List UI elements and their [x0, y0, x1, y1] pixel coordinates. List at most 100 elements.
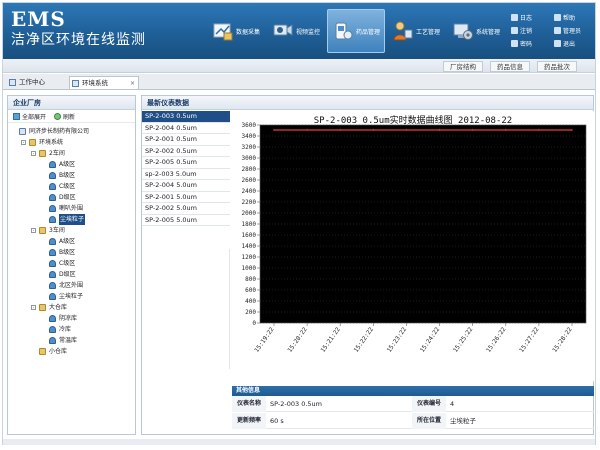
tree-node[interactable]: C级区 [8, 258, 135, 269]
logout-link[interactable]: 注销 [511, 26, 552, 35]
tree-node-label: 同济步长制药有限公司 [29, 128, 90, 135]
area-icon [49, 205, 56, 212]
help-label: 帮助 [563, 15, 576, 22]
tab-environment-system[interactable]: 环境系统 × [69, 76, 139, 89]
device-list-item[interactable]: SP-2-004 0.5um [142, 123, 230, 134]
data-collect-icon [213, 23, 233, 41]
y-tick-label: 1800 [242, 221, 257, 228]
tree-node-label: 冷库 [59, 326, 72, 333]
module-video-monitor-button[interactable]: 视频监控 [267, 9, 325, 53]
tree-node[interactable]: - 2车间 [8, 148, 135, 159]
y-tick-label: 1600 [242, 232, 257, 239]
module-data-collect-button[interactable]: 数据采集 [207, 9, 265, 53]
subtab-drug-info[interactable]: 药品信息 [490, 61, 530, 72]
tree-toggle-icon[interactable]: - [31, 305, 36, 310]
tree-node-label: 小仓库 [49, 348, 68, 355]
module-nav: 数据采集 视频监控 药品管理 工艺管理 系统管理 [207, 9, 505, 53]
tab-work-center-label: 工作中心 [19, 78, 45, 86]
data-point [472, 128, 474, 130]
device-list-item[interactable]: SP-2-002 5.0um [142, 203, 230, 215]
area-icon [49, 172, 56, 179]
tree-node-label: B级区 [59, 249, 76, 256]
device-list-item[interactable]: sp-2-003 5.0um [142, 169, 230, 180]
tree-node[interactable]: 尘埃粒子 [8, 291, 135, 302]
app-header: EMS 洁净区环境在线监测 数据采集 视频监控 药品管理 工艺管理 系统管理 日… [3, 3, 595, 59]
tree-node-label: D级区 [59, 271, 76, 278]
plant-tree: 同济步长制药有限公司 - 环境系统 -2车间 A级区 B级区 C级区 D级区 喇叭外围 尘埃粒子 -… [8, 123, 135, 357]
device-list-item[interactable]: SP-2-001 0.5um [142, 134, 230, 146]
tree-node[interactable]: 阴凉库 [8, 313, 135, 324]
utility-links: 日志 帮助 注销 管理员 密码 退出 [511, 13, 595, 48]
y-tick-label: 0 [252, 320, 256, 327]
module-drug-manage-button[interactable]: 药品管理 [327, 9, 385, 53]
tree-node[interactable]: A级区 [8, 236, 135, 247]
data-point [339, 128, 341, 130]
password-link[interactable]: 密码 [511, 39, 552, 48]
admin-link[interactable]: 管理员 [554, 26, 595, 35]
tree-node[interactable]: C级区 [8, 181, 135, 192]
tree-toolbar: 全部展开 刷新 [8, 110, 135, 123]
tree-node[interactable]: 北区外围 [8, 280, 135, 291]
tree-node[interactable]: 喇叭外围 [8, 203, 135, 214]
refresh-label: 刷新 [63, 113, 76, 121]
tree-node[interactable]: - 环境系统 [8, 137, 135, 148]
x-tick-label: 15:25:22 [452, 326, 475, 354]
logout-label: 注销 [520, 28, 533, 35]
device-list-item[interactable]: SP-2-003 0.5um [142, 111, 230, 123]
tree-toggle-icon[interactable]: - [21, 140, 26, 145]
tab-close-icon[interactable]: × [130, 77, 135, 90]
tree-toggle-icon[interactable]: - [31, 151, 36, 156]
tree-node[interactable]: 冷库 [8, 324, 135, 335]
device-list-item[interactable]: SP-2-004 5.0um [142, 180, 230, 192]
log-link[interactable]: 日志 [511, 13, 552, 22]
device-list-item[interactable]: SP-2-001 5.0um [142, 192, 230, 203]
tree-node[interactable]: A级区 [8, 159, 135, 170]
tree-node[interactable]: B级区 [8, 247, 135, 258]
module-drug-manage-label: 药品管理 [355, 28, 380, 36]
tab-work-center[interactable]: 工作中心 [7, 76, 67, 89]
device-list-item[interactable]: SP-2-002 0.5um [142, 146, 230, 157]
tree-node[interactable]: - 3车间 [8, 225, 135, 236]
module-system-manage-button[interactable]: 系统管理 [447, 9, 505, 53]
tree-node[interactable]: - 大仓库 [8, 302, 135, 313]
exit-label: 退出 [563, 41, 576, 48]
data-point [571, 128, 573, 130]
expand-all-icon [13, 112, 20, 120]
x-tick-label: 15:27:22 [518, 326, 541, 354]
sub-tab-bar: 厂房结构 药品信息 药品批次 [3, 59, 595, 73]
data-point [538, 129, 540, 132]
instrument-panel-title: 最新仪表数据 [142, 96, 593, 110]
tree-node[interactable]: D级区 [8, 192, 135, 203]
help-link[interactable]: 帮助 [554, 13, 595, 22]
area-icon [49, 337, 56, 344]
data-point [339, 129, 341, 132]
data-point [505, 128, 507, 130]
tree-node[interactable]: 同济步长制药有限公司 [8, 126, 135, 137]
area-icon [49, 238, 56, 245]
tree-node[interactable]: D级区 [8, 269, 135, 280]
device-list-item[interactable]: SP-2-005 5.0um [142, 215, 230, 226]
folder-icon [29, 139, 36, 146]
y-tick-label: 200 [245, 309, 256, 316]
device-list-item[interactable]: SP-2-005 0.5um [142, 157, 230, 169]
refresh-button[interactable]: 刷新 [54, 112, 75, 121]
tree-node[interactable]: 尘埃粒子 [8, 214, 135, 225]
x-tick-label: 15:23:22 [386, 326, 409, 354]
brand-subtitle: 洁净区环境在线监测 [11, 32, 146, 48]
y-tick-label: 2800 [242, 166, 257, 173]
subtab-plant-structure[interactable]: 厂房结构 [443, 61, 483, 72]
module-process-manage-button[interactable]: 工艺管理 [387, 9, 445, 53]
tab-environment-system-label: 环境系统 [82, 79, 108, 87]
x-tick-label: 15:20:22 [286, 326, 309, 354]
admin-label: 管理员 [563, 28, 582, 35]
tree-node-label: 北区外围 [59, 282, 84, 289]
expand-all-button[interactable]: 全部展开 [13, 112, 46, 121]
tree-node[interactable]: B级区 [8, 170, 135, 181]
tree-node[interactable]: 小仓库 [8, 346, 135, 357]
tree-toggle-icon[interactable]: - [31, 228, 36, 233]
tree-node[interactable]: 常温库 [8, 335, 135, 346]
tree-node-label: 常温库 [59, 337, 78, 344]
exit-link[interactable]: 退出 [554, 39, 595, 48]
subtab-drug-batch[interactable]: 药品批次 [537, 61, 577, 72]
tree-node-label: 环境系统 [39, 139, 64, 146]
